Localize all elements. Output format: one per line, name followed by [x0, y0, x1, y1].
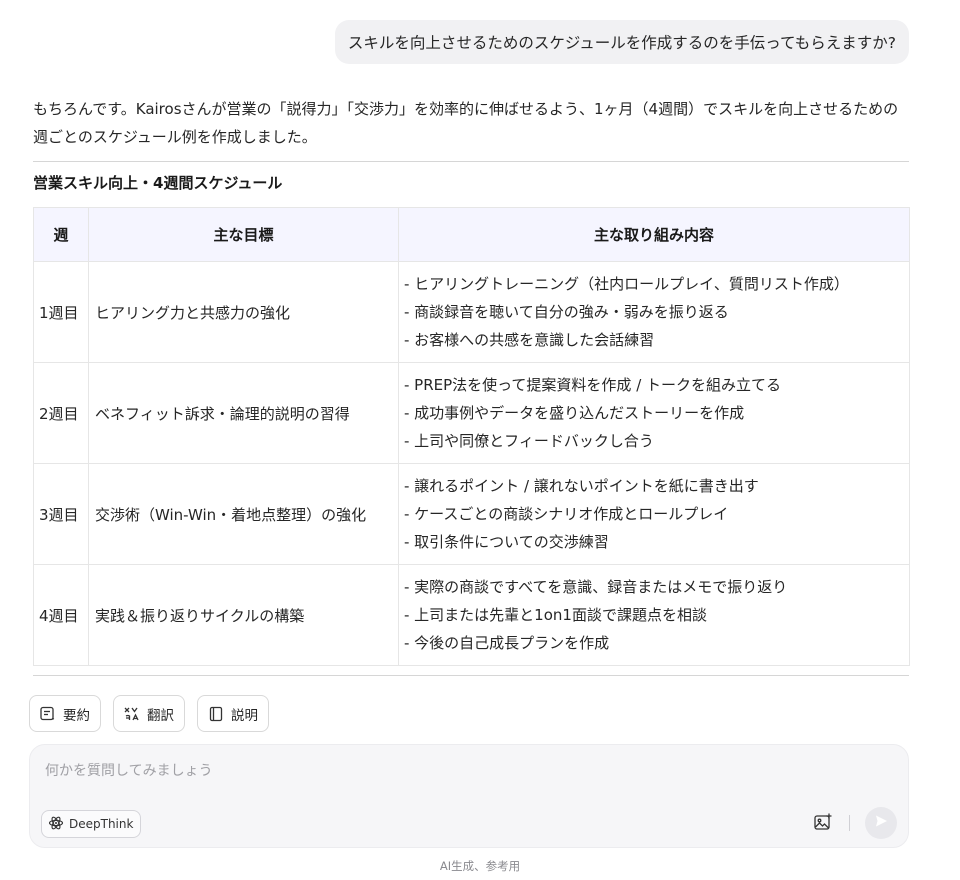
activities-cell: - 譲れるポイント / 譲れないポイントを紙に書き出す - ケースごとの商談シナ… — [398, 463, 910, 565]
image-icon — [813, 812, 833, 836]
action-chips: 要約 翻訳 説明 — [29, 695, 269, 732]
explain-button[interactable]: 説明 — [197, 695, 269, 732]
disclaimer-footer: AI生成、参考用 — [439, 859, 521, 873]
activity-item: - 上司または先輩と1on1面談で課題点を相談 — [404, 606, 707, 624]
user-message-text: スキルを向上させるためのスケジュールを作成するのを手伝ってもらえますか? — [347, 34, 896, 52]
activity-item: - 実際の商談ですべてを意識、録音またはメモで振り返り — [404, 578, 788, 596]
atom-icon — [48, 815, 64, 834]
goal-cell: 交渉術（Win-Win・着地点整理）の強化 — [88, 463, 399, 565]
activity-item: - 今後の自己成長プランを作成 — [404, 634, 610, 652]
deepthink-toggle[interactable]: DeepThink — [41, 810, 142, 838]
goal-cell: ヒアリング力と共感力の強化 — [88, 261, 399, 363]
translate-icon — [123, 705, 141, 723]
activity-item: - 譲れるポイント / 譲れないポイントを紙に書き出す — [404, 477, 759, 495]
explain-label: 説明 — [231, 707, 258, 724]
week-cell: 1週目 — [33, 261, 89, 363]
activities-cell: - ヒアリングトレーニング（社内ロールプレイ、質問リスト作成） - 商談録音を聴… — [398, 261, 910, 363]
activity-item: - PREP法を使って提案資料を作成 / トークを組み立てる — [404, 376, 782, 394]
column-header-week: 週 — [33, 207, 89, 262]
composer-divider — [849, 815, 850, 831]
activities-cell: - PREP法を使って提案資料を作成 / トークを組み立てる - 成功事例やデー… — [398, 362, 910, 464]
week-cell: 3週目 — [33, 463, 89, 565]
table-row: 2週目 ベネフィット訴求・論理的説明の習得 - PREP法を使って提案資料を作成… — [33, 362, 910, 464]
schedule-table: 週 主な目標 主な取り組み内容 1週目 ヒアリング力と共感力の強化 - ヒアリン… — [33, 207, 910, 666]
goal-cell: ベネフィット訴求・論理的説明の習得 — [88, 362, 399, 464]
week-cell: 2週目 — [33, 362, 89, 464]
deepthink-label: DeepThink — [69, 817, 134, 831]
activities-cell: - 実際の商談ですべてを意識、録音またはメモで振り返り - 上司または先輩と1o… — [398, 564, 910, 666]
book-icon — [207, 705, 225, 723]
table-header-row: 週 主な目標 主な取り組み内容 — [33, 207, 910, 262]
week-cell: 4週目 — [33, 564, 89, 666]
summary-icon — [39, 705, 57, 723]
divider — [33, 161, 909, 162]
activity-item: - 商談録音を聴いて自分の強み・弱みを振り返る — [404, 303, 729, 321]
user-message-bubble: スキルを向上させるためのスケジュールを作成するのを手伝ってもらえますか? — [334, 20, 909, 64]
message-input[interactable] — [45, 759, 745, 783]
column-header-activities: 主な取り組み内容 — [398, 207, 910, 262]
goal-cell: 実践＆振り返りサイクルの構築 — [88, 564, 399, 666]
table-row: 1週目 ヒアリング力と共感力の強化 - ヒアリングトレーニング（社内ロールプレイ… — [33, 261, 910, 363]
column-header-goal: 主な目標 — [88, 207, 399, 262]
activity-item: - 成功事例やデータを盛り込んだストーリーを作成 — [404, 404, 745, 422]
activity-item: - ヒアリングトレーニング（社内ロールプレイ、質問リスト作成） — [404, 275, 849, 293]
table-row: 4週目 実践＆振り返りサイクルの構築 - 実際の商談ですべてを意識、録音またはメ… — [33, 564, 910, 666]
translate-label: 翻訳 — [147, 707, 174, 724]
answer-intro: もちろんです。Kairosさんが営業の「説得力」「交渉力」を効率的に伸ばせるよう… — [33, 100, 899, 146]
activity-item: - ケースごとの商談シナリオ作成とロールプレイ — [404, 505, 729, 523]
activity-item: - 取引条件についての交渉練習 — [404, 533, 609, 551]
send-icon — [873, 813, 889, 833]
translate-button[interactable]: 翻訳 — [113, 695, 185, 732]
activity-item: - 上司や同僚とフィードバックし合う — [404, 432, 654, 450]
activity-item: - お客様への共感を意識した会話練習 — [404, 331, 655, 349]
message-composer: DeepThink — [29, 744, 909, 848]
table-row: 3週目 交渉術（Win-Win・着地点整理）の強化 - 譲れるポイント / 譲れ… — [33, 463, 910, 565]
table-title: 営業スキル向上・4週間スケジュール — [33, 174, 283, 192]
assistant-answer: もちろんです。Kairosさんが営業の「説得力」「交渉力」を効率的に伸ばせるよう… — [33, 95, 910, 676]
send-button[interactable] — [865, 807, 897, 839]
summary-label: 要約 — [63, 707, 90, 724]
divider — [33, 675, 909, 676]
summary-button[interactable]: 要約 — [29, 695, 101, 732]
image-upload-button[interactable] — [812, 813, 834, 835]
